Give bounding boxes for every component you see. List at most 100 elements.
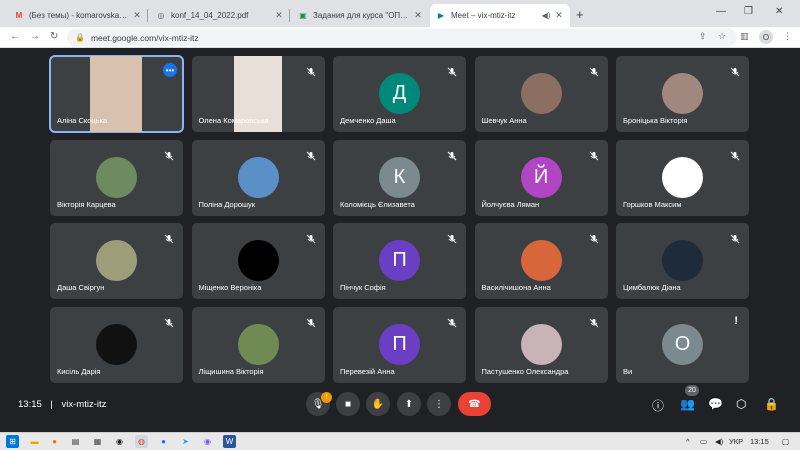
participant-name: Пастушенко Олександра bbox=[481, 366, 569, 376]
new-tab-button[interactable]: + bbox=[576, 7, 584, 22]
participant-tile[interactable]: Й Йолчуєва Ляман bbox=[474, 139, 608, 216]
participant-tile[interactable]: Вікторія Карцева bbox=[50, 139, 183, 216]
raise-hand-button[interactable]: ✋ bbox=[366, 392, 390, 416]
meeting-code: vix-mtiz-itz bbox=[61, 399, 107, 410]
volume-icon[interactable]: ◀) bbox=[715, 437, 723, 446]
participant-tile[interactable]: Василічишона Анна bbox=[474, 223, 608, 299]
app-icon[interactable]: ◉ bbox=[113, 435, 126, 448]
participant-tile[interactable]: Кисіль Дарія bbox=[50, 306, 183, 383]
app-icon[interactable]: ▤ bbox=[69, 435, 82, 448]
close-tab-icon[interactable]: ✕ bbox=[132, 10, 142, 21]
participant-tile[interactable]: Олена Комаровська bbox=[191, 56, 325, 132]
participant-avatar bbox=[520, 240, 562, 281]
share-icon[interactable]: ⇪ bbox=[699, 31, 707, 42]
participant-name: Даша Свіргун bbox=[57, 283, 105, 292]
start-icon[interactable]: ⊞ bbox=[6, 435, 19, 448]
camera-icon: ■ bbox=[344, 398, 352, 410]
notifications-icon[interactable]: ▢ bbox=[782, 437, 789, 446]
participant-tile[interactable]: Горшков Максим bbox=[616, 139, 749, 216]
participant-tile[interactable]: К Коломієць Єлизавета bbox=[333, 139, 466, 216]
tab-meet[interactable]: ▶ Meet – vix-mtiz-itz ◀) ✕ bbox=[430, 4, 570, 27]
participant-avatar: О bbox=[662, 323, 703, 365]
people-count-badge: 20 bbox=[685, 385, 699, 396]
minimize-button[interactable]: — bbox=[716, 6, 726, 17]
sidebar-icon[interactable]: ▥ bbox=[740, 31, 749, 42]
close-tab-icon[interactable]: ✕ bbox=[274, 10, 284, 21]
url-field[interactable]: 🔒 meet.google.com/vix-mtiz-itz bbox=[67, 29, 737, 46]
file-explorer-icon[interactable]: ▬ bbox=[28, 435, 41, 448]
participant-tile[interactable]: Броніцька Вікторія bbox=[616, 56, 749, 132]
hang-up-icon: ☎ bbox=[468, 398, 481, 410]
leave-call-button[interactable]: ☎ bbox=[458, 392, 491, 416]
participant-tile[interactable]: О! Ви bbox=[616, 306, 749, 383]
firefox-icon[interactable]: ● bbox=[48, 435, 61, 448]
participant-avatar: К bbox=[379, 156, 420, 198]
reload-button[interactable]: ↻ bbox=[50, 31, 58, 42]
gmail-icon: M bbox=[15, 11, 23, 20]
participant-name: Пінчук Софія bbox=[340, 283, 386, 292]
language-indicator[interactable]: УКР bbox=[729, 437, 743, 446]
participant-tile[interactable]: Цимбалюк Діана bbox=[616, 223, 749, 299]
hand-icon: ✋ bbox=[371, 398, 385, 410]
present-screen-icon: ⬆ bbox=[404, 398, 414, 410]
back-button[interactable]: ← bbox=[10, 31, 20, 42]
telegram-icon[interactable]: ➤ bbox=[179, 435, 192, 448]
host-controls-icon[interactable]: 🔒 bbox=[764, 397, 779, 411]
tab-pdf[interactable]: ◎ konf_14_04_2022.pdf ✕ bbox=[150, 4, 290, 27]
activities-icon[interactable]: ⬡ bbox=[736, 397, 746, 411]
forward-button[interactable]: → bbox=[30, 31, 40, 42]
participant-tile[interactable]: Пастушенко Олександра bbox=[474, 306, 608, 383]
more-options-button[interactable]: ⋮ bbox=[427, 392, 451, 416]
people-icon[interactable]: 👥 bbox=[680, 397, 695, 411]
participant-avatar: П bbox=[379, 240, 420, 281]
participant-tile[interactable]: Поліна Дорошук bbox=[191, 139, 325, 216]
participant-tile[interactable]: П Пінчук Софія bbox=[333, 223, 466, 299]
close-tab-icon[interactable]: ✕ bbox=[413, 10, 423, 21]
network-icon[interactable]: ▭ bbox=[700, 437, 707, 446]
mic-muted-icon bbox=[306, 64, 316, 77]
present-button[interactable]: ⬆ bbox=[397, 392, 421, 416]
participant-tile[interactable]: ••• Аліна Скоцька bbox=[49, 55, 184, 133]
tab-gmail[interactable]: M (Без темы) - komarovska.olena@ ✕ bbox=[8, 4, 148, 27]
chat-icon[interactable]: 💬 bbox=[708, 397, 723, 411]
viber-icon[interactable]: ◉ bbox=[201, 435, 214, 448]
tray-chevron-icon[interactable]: ^ bbox=[686, 437, 690, 446]
bookmark-star-icon[interactable]: ☆ bbox=[718, 31, 726, 42]
maximize-button[interactable]: ❐ bbox=[744, 6, 753, 17]
taskbar-clock[interactable]: 13:15 bbox=[750, 437, 769, 446]
more-options-icon[interactable]: ••• bbox=[163, 63, 177, 77]
close-window-button[interactable]: ✕ bbox=[775, 6, 783, 17]
participant-tile[interactable]: Даша Свіргун bbox=[50, 223, 183, 299]
app-icon[interactable]: ● bbox=[157, 435, 170, 448]
calculator-icon[interactable]: ▦ bbox=[91, 435, 104, 448]
participant-name: Поліна Дорошук bbox=[198, 199, 256, 209]
mic-muted-icon bbox=[589, 231, 599, 244]
participant-name: Демченко Даша bbox=[340, 116, 396, 125]
participant-tile[interactable]: П Перевезій Анна bbox=[333, 306, 466, 383]
menu-dots-icon[interactable]: ⋮ bbox=[783, 31, 792, 42]
participant-tile[interactable]: Ліщишина Вікторія bbox=[191, 306, 325, 383]
participant-tile[interactable]: Міщенко Вероніка bbox=[191, 223, 325, 299]
participant-tile[interactable]: Д Демченко Даша bbox=[333, 56, 466, 132]
participant-tile[interactable]: Шевчук Анна bbox=[474, 56, 608, 132]
tab-classroom[interactable]: ▣ Задания для курса "ОП-101 ОБ ✕ bbox=[292, 4, 429, 27]
camera-button[interactable]: ■ bbox=[336, 392, 360, 416]
participant-name: Міщенко Вероніка bbox=[198, 283, 262, 292]
participant-avatar bbox=[237, 323, 279, 365]
participant-avatar bbox=[662, 73, 703, 114]
participant-name: Ліщишина Вікторія bbox=[198, 366, 264, 376]
chrome-icon[interactable]: ◍ bbox=[135, 435, 148, 448]
participant-avatar bbox=[520, 323, 562, 365]
profile-avatar[interactable]: О bbox=[759, 30, 773, 44]
participant-avatar bbox=[662, 240, 703, 281]
mic-muted-icon bbox=[164, 148, 174, 160]
word-icon[interactable]: W bbox=[223, 435, 236, 448]
clock-time: 13:15 bbox=[18, 399, 42, 410]
speaker-icon: ◀) bbox=[541, 11, 551, 20]
url-text: meet.google.com/vix-mtiz-itz bbox=[90, 32, 199, 43]
browser-tab-bar: M (Без темы) - komarovska.olena@ ✕ ◎ kon… bbox=[0, 0, 800, 27]
close-tab-icon[interactable]: ✕ bbox=[554, 10, 564, 21]
mic-muted-icon bbox=[447, 64, 457, 77]
info-icon[interactable]: ⓘ bbox=[652, 397, 664, 414]
meet-icon: ▶ bbox=[437, 11, 445, 20]
